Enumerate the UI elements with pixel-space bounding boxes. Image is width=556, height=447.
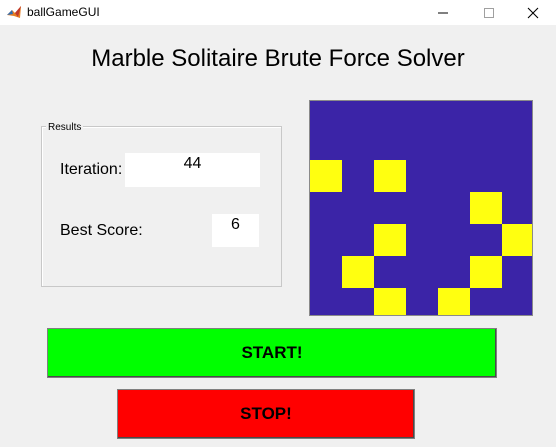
maximize-button[interactable] [466,0,512,25]
minimize-button[interactable] [420,0,466,25]
best-score-value: 6 [212,214,259,247]
page-title: Marble Solitaire Brute Force Solver [91,45,465,72]
results-panel [41,126,282,287]
marble-cell [438,288,470,315]
marble-cell [342,256,374,288]
close-button[interactable] [510,0,556,25]
marble-cell [374,160,406,192]
iteration-label: Iteration: [60,161,123,178]
maximize-icon [484,7,494,18]
marble-cell [310,160,342,192]
best-score-label: Best Score: [60,222,143,239]
marble-cell [502,224,532,256]
window-title: ballGameGUI [27,5,100,19]
start-button[interactable]: START! [47,328,497,378]
stop-button[interactable]: STOP! [117,389,415,439]
iteration-value: 44 [125,153,260,187]
marble-cell [374,224,406,256]
game-board [309,100,533,316]
marble-cell [470,192,502,224]
minimize-icon [438,12,448,13]
app-window: ballGameGUI Marble Solitaire Brute Force… [0,0,556,447]
marble-cell [374,288,406,315]
title-bar[interactable]: ballGameGUI [0,0,556,25]
results-legend: Results [46,122,84,133]
marble-cell [470,256,502,288]
matlab-icon [7,6,21,18]
close-icon [527,7,539,18]
